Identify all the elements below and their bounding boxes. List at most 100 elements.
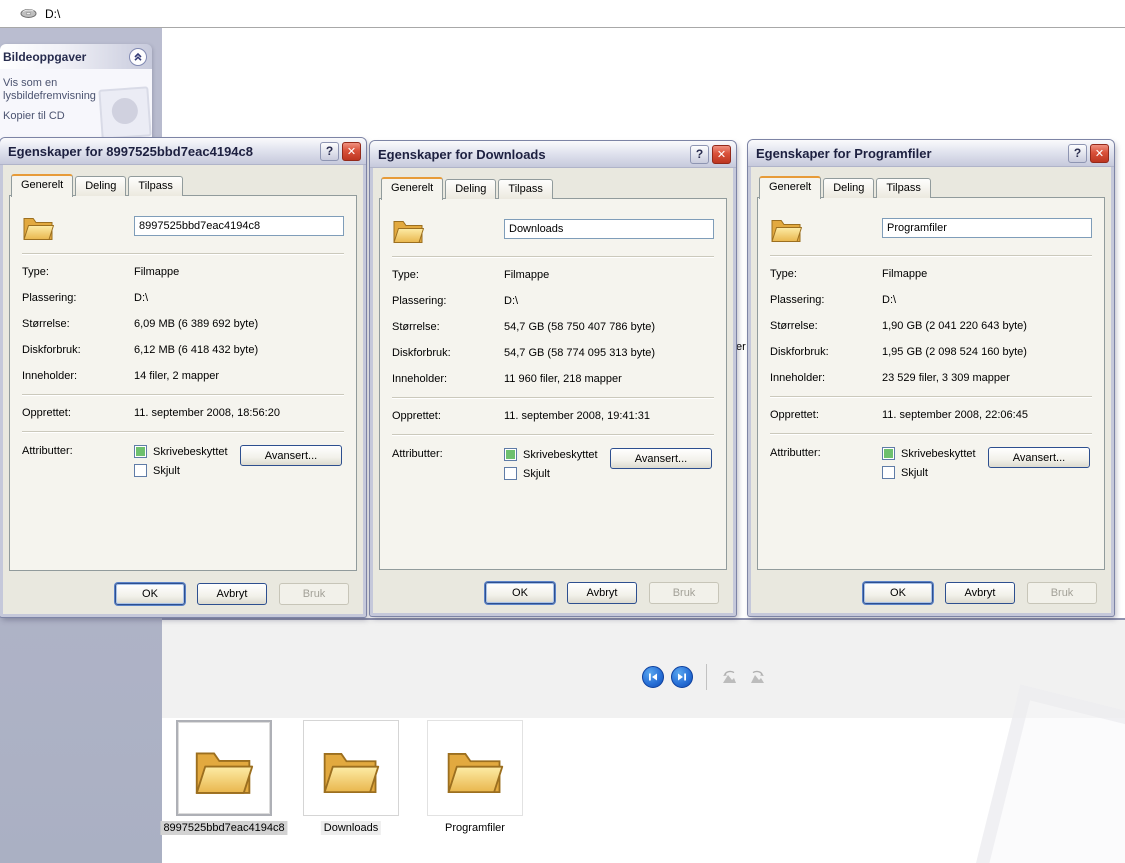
close-button[interactable]: ✕ <box>1090 143 1109 163</box>
dialog-titlebar[interactable]: Egenskaper for 8997525bbd7eac4194c8 ? ✕ <box>0 138 366 165</box>
folder-name-input[interactable] <box>504 219 714 239</box>
rotate-clockwise-button[interactable] <box>747 670 767 685</box>
cancel-button[interactable]: Avbryt <box>945 581 1015 604</box>
field-label: Type: <box>22 266 49 278</box>
field-value: 14 filer, 2 mapper <box>134 370 219 382</box>
tab-sharing[interactable]: Deling <box>823 178 875 198</box>
folder-icon <box>22 212 134 241</box>
help-button[interactable]: ? <box>320 141 339 161</box>
advanced-button[interactable]: Avansert... <box>988 447 1090 468</box>
picture-tasks-title: Bildeoppgaver <box>3 49 87 64</box>
readonly-checkbox[interactable] <box>504 448 517 461</box>
next-image-button[interactable] <box>671 666 693 688</box>
separator <box>22 394 344 396</box>
field-value: 11 960 filer, 218 mapper <box>504 373 622 385</box>
apply-button: Bruk <box>279 582 349 605</box>
thumbnail-label[interactable]: 8997525bbd7eac4194c8 <box>160 821 288 835</box>
field-label: Inneholder: <box>392 373 448 385</box>
separator <box>770 433 1092 435</box>
field-label: Diskforbruk: <box>392 347 451 359</box>
advanced-button[interactable]: Avansert... <box>610 448 712 469</box>
field-label: Plassering: <box>770 294 825 306</box>
tab-general[interactable]: Generelt <box>11 174 74 197</box>
dialog-title: Egenskaper for Downloads <box>378 146 546 162</box>
field-label: Opprettet: <box>770 409 819 421</box>
field-label: Inneholder: <box>770 372 826 384</box>
apply-button: Bruk <box>649 581 719 604</box>
separator <box>770 396 1092 398</box>
dialog-title: Egenskaper for 8997525bbd7eac4194c8 <box>8 143 253 159</box>
field-value: 54,7 GB (58 750 407 786 byte) <box>504 321 656 333</box>
help-button[interactable]: ? <box>1068 143 1087 163</box>
thumbnail-item[interactable]: 8997525bbd7eac4194c8 <box>160 720 288 837</box>
readonly-checkbox[interactable] <box>882 447 895 460</box>
folder-icon <box>447 752 504 793</box>
hidden-checkbox[interactable] <box>882 466 895 479</box>
readonly-checkbox[interactable] <box>134 445 147 458</box>
copy-to-cd-link[interactable]: Kopier til CD <box>3 110 115 123</box>
hidden-checkbox[interactable] <box>134 464 147 477</box>
field-value: 1,95 GB (2 098 524 160 byte) <box>882 346 1027 358</box>
close-button[interactable]: ✕ <box>342 141 361 161</box>
cancel-button[interactable]: Avbryt <box>567 581 637 604</box>
dialog-titlebar[interactable]: Egenskaper for Programfiler ? ✕ <box>748 140 1114 167</box>
field-label: Størrelse: <box>22 318 70 330</box>
help-button[interactable]: ? <box>690 144 709 164</box>
ok-button[interactable]: OK <box>863 581 933 604</box>
folder-thumbnail[interactable] <box>176 720 272 816</box>
field-value: 11. september 2008, 18:56:20 <box>134 407 280 419</box>
ok-button[interactable]: OK <box>115 582 185 605</box>
field-value: Filmappe <box>882 268 928 280</box>
rotate-counterclockwise-button[interactable] <box>720 670 740 685</box>
apply-button: Bruk <box>1027 581 1097 604</box>
field-value: 11. september 2008, 19:41:31 <box>504 410 650 422</box>
field-value: Filmappe <box>504 269 550 281</box>
tab-sharing[interactable]: Deling <box>445 179 497 199</box>
hidden-label: Skjult <box>523 467 550 480</box>
ok-button[interactable]: OK <box>485 581 555 604</box>
tab-customize[interactable]: Tilpass <box>498 179 553 199</box>
collapse-panel-button[interactable] <box>129 47 147 66</box>
field-value: 6,12 MB (6 418 432 byte) <box>134 344 259 356</box>
folder-thumbnail[interactable] <box>427 720 523 816</box>
field-value: 1,90 GB (2 041 220 643 byte) <box>882 320 1027 332</box>
tab-general[interactable]: Generelt <box>381 177 444 200</box>
tab-customize[interactable]: Tilpass <box>876 178 931 198</box>
dialog-titlebar[interactable]: Egenskaper for Downloads ? ✕ <box>370 141 736 168</box>
picture-tasks-header[interactable]: Bildeoppgaver <box>0 44 152 69</box>
readonly-label: Skrivebeskyttet <box>901 447 976 460</box>
separator <box>22 431 344 433</box>
field-label: Inneholder: <box>22 370 78 382</box>
hidden-label: Skjult <box>153 464 180 477</box>
toolbar-divider <box>706 664 707 690</box>
hidden-checkbox[interactable] <box>504 467 517 480</box>
attributes-label: Attributter: <box>392 448 443 460</box>
thumbnail-label[interactable]: Programfiler <box>442 821 508 835</box>
picture-tasks-panel: Bildeoppgaver Vis som en lysbildefremvis… <box>0 44 152 140</box>
field-label: Plassering: <box>22 292 77 304</box>
folder-name-input[interactable] <box>134 216 344 236</box>
field-value: 11. september 2008, 22:06:45 <box>882 409 1028 421</box>
field-label: Type: <box>770 268 797 280</box>
properties-dialog: Egenskaper for Downloads ? ✕ Generelt De… <box>370 141 736 616</box>
properties-dialog: Egenskaper for Programfiler ? ✕ Generelt… <box>748 140 1114 616</box>
view-as-slideshow-link[interactable]: Vis som en lysbildefremvisning <box>3 77 115 103</box>
advanced-button[interactable]: Avansert... <box>240 445 342 466</box>
folder-name-input[interactable] <box>882 218 1092 238</box>
cancel-button[interactable]: Avbryt <box>197 582 267 605</box>
folder-icon <box>195 752 254 794</box>
field-label: Plassering: <box>392 295 447 307</box>
thumbnail-label[interactable]: Downloads <box>320 821 382 835</box>
address-bar[interactable]: D:\ <box>0 0 1125 28</box>
thumbnail-item[interactable]: Programfiler <box>427 720 523 837</box>
previous-image-button[interactable] <box>642 666 664 688</box>
folder-thumbnail[interactable] <box>303 720 399 816</box>
field-label: Diskforbruk: <box>770 346 829 358</box>
tab-customize[interactable]: Tilpass <box>128 176 183 196</box>
tab-general[interactable]: Generelt <box>759 176 822 199</box>
rotate-counterclockwise-icon <box>723 670 736 683</box>
close-button[interactable]: ✕ <box>712 144 731 164</box>
field-label: Diskforbruk: <box>22 344 81 356</box>
thumbnail-item[interactable]: Downloads <box>303 720 399 837</box>
tab-sharing[interactable]: Deling <box>75 176 127 196</box>
